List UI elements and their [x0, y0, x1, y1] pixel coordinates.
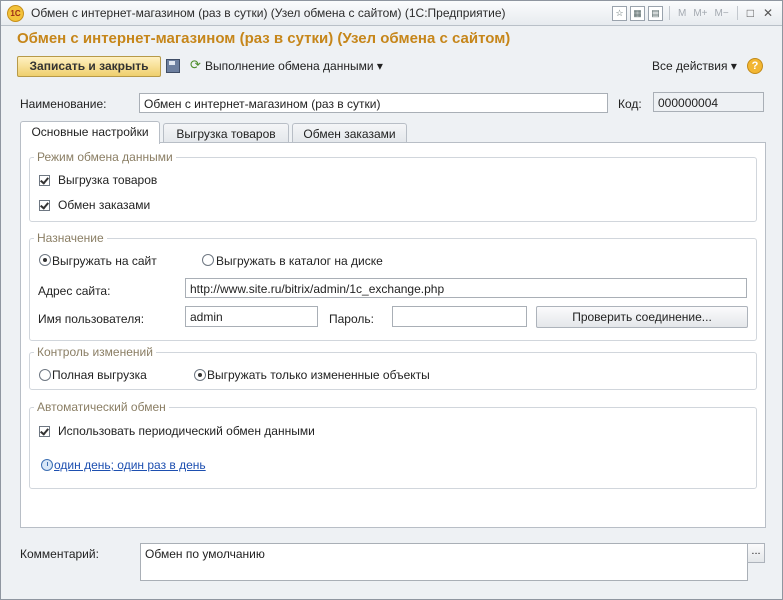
periodic-exchange-checkbox[interactable]	[39, 426, 50, 437]
close-icon[interactable]: ✕	[763, 6, 773, 20]
calendar-icon[interactable]: ▤	[648, 5, 663, 21]
password-input[interactable]	[392, 306, 527, 327]
app-window: 1С Обмен с интернет-магазином (раз в сут…	[0, 0, 783, 600]
exchange-mode-title: Режим обмена данными	[34, 150, 176, 164]
title-bar: 1С Обмен с интернет-магазином (раз в сут…	[1, 1, 782, 26]
exchange-mode-group	[29, 157, 757, 222]
comment-label: Комментарий:	[20, 547, 99, 561]
exchange-orders-checkbox[interactable]	[39, 200, 50, 211]
auto-exchange-title: Автоматический обмен	[34, 400, 169, 414]
name-input[interactable]: Обмен с интернет-магазином (раз в сутки)	[139, 93, 608, 113]
code-label: Код:	[618, 97, 642, 111]
to-site-radio[interactable]	[39, 254, 51, 266]
comment-expand-button[interactable]: ...	[747, 543, 765, 563]
all-actions-label: Все действия	[652, 59, 728, 73]
dropdown-arrow-icon: ▾	[730, 59, 737, 73]
password-label: Пароль:	[329, 312, 374, 326]
memory-button[interactable]: M	[678, 8, 686, 19]
memory-plus-button[interactable]: M+	[693, 8, 707, 19]
restore-icon[interactable]: □	[747, 6, 754, 20]
schedule-link[interactable]: один день; один раз в день	[54, 458, 206, 472]
favorites-icon[interactable]: ☆	[612, 5, 627, 21]
calculator-icon[interactable]: ▦	[630, 5, 645, 21]
exchange-menu-label: Выполнение обмена данными	[205, 59, 374, 73]
form-title: Обмен с интернет-магазином (раз в сутки)…	[17, 30, 511, 47]
username-input[interactable]: admin	[185, 306, 318, 327]
window-title: Обмен с интернет-магазином (раз в сутки)…	[31, 6, 506, 20]
export-goods-checkbox[interactable]	[39, 175, 50, 186]
full-export-radio[interactable]	[39, 369, 51, 381]
exchange-orders-label[interactable]: Обмен заказами	[58, 198, 150, 212]
tab-main-settings[interactable]: Основные настройки	[20, 121, 160, 144]
code-input[interactable]: 000000004	[653, 92, 764, 112]
check-connection-button[interactable]: Проверить соединение...	[536, 306, 748, 328]
name-label: Наименование:	[20, 97, 107, 111]
full-export-label[interactable]: Полная выгрузка	[52, 368, 147, 382]
comment-textarea[interactable]: Обмен по умолчанию	[140, 543, 748, 581]
tab-orders-exchange[interactable]: Обмен заказами	[292, 123, 407, 144]
exchange-menu-button[interactable]: Выполнение обмена данными ▾	[205, 59, 383, 73]
site-address-label: Адрес сайта:	[38, 284, 111, 298]
change-control-title: Контроль изменений	[34, 345, 156, 359]
save-and-close-button[interactable]: Записать и закрыть	[17, 56, 161, 77]
dropdown-arrow-icon: ▾	[376, 59, 383, 73]
only-changed-label[interactable]: Выгружать только измененные объекты	[207, 368, 430, 382]
toolbar-divider-2	[736, 6, 738, 20]
save-icon[interactable]	[166, 59, 180, 73]
periodic-exchange-label[interactable]: Использовать периодический обмен данными	[58, 424, 315, 438]
exchange-icon[interactable]: ⟳	[190, 57, 201, 73]
all-actions-button[interactable]: Все действия ▾	[652, 59, 737, 73]
auto-exchange-group	[29, 407, 757, 489]
site-address-input[interactable]: http://www.site.ru/bitrix/admin/1c_excha…	[185, 278, 747, 298]
help-icon[interactable]: ?	[747, 58, 763, 74]
export-goods-label[interactable]: Выгрузка товаров	[58, 173, 157, 187]
toolbar-divider	[669, 6, 670, 20]
app-1c-icon[interactable]: 1С	[7, 5, 24, 22]
to-disk-radio[interactable]	[202, 254, 214, 266]
tab-goods-export[interactable]: Выгрузка товаров	[163, 123, 289, 144]
memory-minus-button[interactable]: M−	[715, 8, 729, 19]
title-bar-buttons: ☆ ▦ ▤ M M+ M− □ ✕	[612, 5, 776, 21]
username-label: Имя пользователя:	[38, 312, 145, 326]
schedule-icon[interactable]	[41, 459, 53, 471]
only-changed-radio[interactable]	[194, 369, 206, 381]
to-site-label[interactable]: Выгружать на сайт	[52, 254, 157, 268]
destination-title: Назначение	[34, 231, 107, 245]
to-disk-label[interactable]: Выгружать в каталог на диске	[216, 254, 383, 268]
